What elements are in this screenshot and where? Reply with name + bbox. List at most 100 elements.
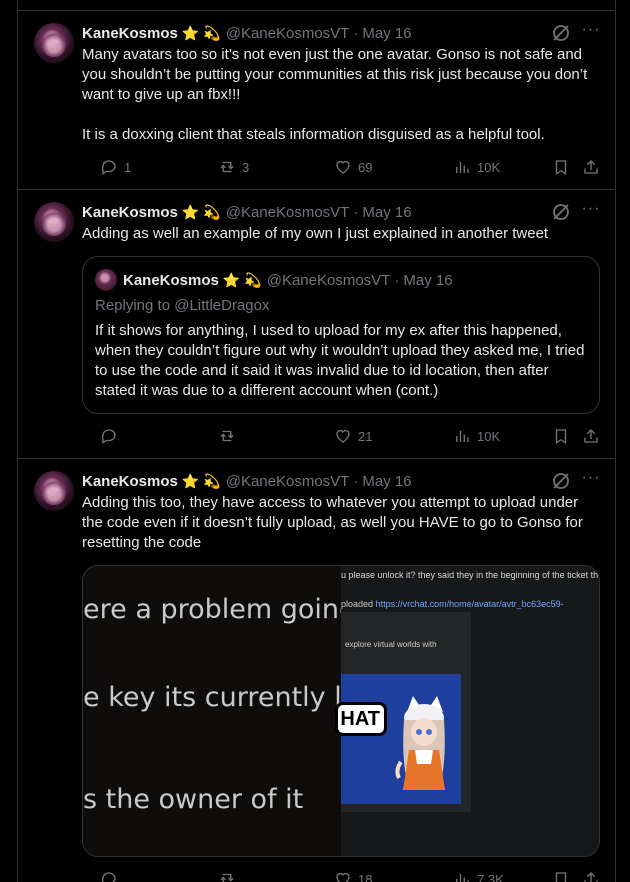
like-count: 69: [358, 159, 373, 175]
display-name[interactable]: KaneKosmos: [82, 473, 178, 490]
grok-icon[interactable]: [551, 202, 571, 222]
tweet-header: KaneKosmos ⭐ 💫 @KaneKosmosVT · May 16: [82, 471, 412, 491]
image-vrchat-art: HAT: [335, 674, 461, 804]
reply-icon: [101, 160, 116, 176]
image-text-line: e key its currently lo: [83, 682, 359, 713]
tweet-actions: 1 3 69 10K: [82, 157, 602, 177]
tweet-image[interactable]: ere a problem going on? e key its curren…: [82, 565, 600, 857]
share-icon: [584, 872, 598, 882]
tweet[interactable]: KaneKosmos ⭐ 💫 @KaneKosmosVT · May 16 ··…: [18, 190, 615, 459]
tweet-actions: 21 10K: [82, 426, 602, 446]
avatar[interactable]: [34, 23, 74, 63]
views-icon: [456, 430, 469, 442]
heart-icon: [336, 160, 350, 174]
quoted-display-name: KaneKosmos: [123, 271, 219, 289]
separator-dot: ·: [353, 203, 359, 221]
like-count: 21: [358, 428, 373, 444]
reply-icon: [101, 872, 116, 882]
image-chat-text: u please unlock it? they said they in th…: [341, 570, 600, 580]
display-name[interactable]: KaneKosmos: [82, 25, 178, 42]
separator-dot: ·: [353, 472, 359, 490]
tweet-date[interactable]: May 16: [362, 473, 411, 490]
separator-dot: ·: [394, 271, 400, 289]
user-handle[interactable]: @KaneKosmosVT: [226, 25, 350, 42]
image-embed-card: explore virtual worlds with HAT: [335, 612, 471, 812]
grok-icon[interactable]: [551, 23, 571, 43]
share-button[interactable]: [582, 157, 600, 177]
image-uploaded-label: ploaded: [341, 599, 374, 609]
quoted-tweet-header: KaneKosmos ⭐ 💫 @KaneKosmosVT · May 16: [123, 270, 453, 290]
tweet-date[interactable]: May 16: [362, 25, 411, 42]
bookmark-button[interactable]: [552, 157, 570, 177]
tweet-header: KaneKosmos ⭐ 💫 @KaneKosmosVT · May 16: [82, 202, 412, 222]
reply-count: 1: [124, 159, 132, 175]
image-text-line: s the owner of it: [83, 784, 304, 815]
reply-icon: [101, 429, 116, 445]
dizzy-icon: 💫: [203, 473, 221, 489]
dizzy-icon: 💫: [203, 204, 221, 220]
repost-count: 3: [242, 159, 250, 175]
views-button[interactable]: 7.3K: [453, 869, 504, 882]
quoted-avatar: [95, 269, 117, 291]
views-button[interactable]: 10K: [453, 426, 500, 446]
like-button[interactable]: 18: [334, 869, 372, 882]
quoted-user-handle: @KaneKosmosVT: [266, 271, 391, 289]
tweet-date[interactable]: May 16: [362, 204, 411, 221]
views-button[interactable]: 10K: [453, 157, 500, 177]
star-icon: ⭐: [181, 25, 200, 41]
tweet[interactable]: KaneKosmos ⭐ 💫 @KaneKosmosVT · May 16 ··…: [18, 10, 615, 190]
like-button[interactable]: 69: [334, 157, 372, 177]
star-icon: ⭐: [181, 473, 200, 489]
user-handle[interactable]: @KaneKosmosVT: [226, 473, 350, 490]
tweet[interactable]: KaneKosmos ⭐ 💫 @KaneKosmosVT · May 16 ··…: [18, 459, 615, 882]
view-count: 10K: [477, 159, 501, 175]
quoted-tweet[interactable]: KaneKosmos ⭐ 💫 @KaneKosmosVT · May 16 Re…: [82, 256, 600, 414]
bookmark-button[interactable]: [552, 426, 570, 446]
more-options-icon[interactable]: ···: [581, 22, 601, 43]
heart-icon: [336, 429, 350, 443]
tweet-actions: 18 7.3K: [82, 869, 602, 882]
repost-icon: [220, 430, 234, 442]
share-icon: [584, 429, 598, 443]
views-icon: [456, 161, 469, 173]
tweet-text: Many avatars too so it’s not even just t…: [82, 46, 588, 143]
view-count: 7.3K: [477, 871, 504, 882]
share-icon: [584, 160, 598, 174]
share-button[interactable]: [582, 426, 600, 446]
avatar[interactable]: [34, 202, 74, 242]
bookmark-icon: [555, 429, 567, 445]
separator-dot: ·: [353, 24, 359, 42]
grok-icon[interactable]: [551, 471, 571, 491]
dizzy-icon: 💫: [244, 272, 262, 288]
user-handle[interactable]: @KaneKosmosVT: [226, 204, 350, 221]
like-button[interactable]: 21: [334, 426, 372, 446]
replying-to: Replying to @LittleDragox: [95, 297, 270, 314]
screenshot-left-panel: ere a problem going on? e key its curren…: [83, 566, 413, 856]
reply-button[interactable]: [100, 426, 124, 446]
tweet-header: KaneKosmos ⭐ 💫 @KaneKosmosVT · May 16: [82, 23, 412, 43]
anime-character-illustration: [395, 696, 445, 790]
repost-icon: [220, 873, 234, 882]
display-name[interactable]: KaneKosmos: [82, 204, 178, 221]
reply-button[interactable]: [100, 869, 124, 882]
bookmark-icon: [555, 160, 567, 176]
more-options-icon[interactable]: ···: [581, 201, 601, 222]
screenshot-right-panel: u please unlock it? they said they in th…: [335, 566, 600, 856]
more-options-icon[interactable]: ···: [581, 470, 601, 491]
timeline: KaneKosmos ⭐ 💫 @KaneKosmosVT · May 16 ··…: [17, 0, 616, 882]
repost-button[interactable]: [218, 426, 242, 446]
bookmark-button[interactable]: [552, 869, 570, 882]
avatar[interactable]: [34, 471, 74, 511]
repost-button[interactable]: 3: [218, 157, 249, 177]
repost-icon: [220, 161, 234, 173]
repost-button[interactable]: [218, 869, 242, 882]
reply-button[interactable]: 1: [100, 157, 131, 177]
quoted-tweet-text: If it shows for anything, I used to uplo…: [95, 322, 589, 399]
dizzy-icon: 💫: [203, 25, 221, 41]
tweet-text: Adding as well an example of my own I ju…: [82, 225, 549, 242]
heart-icon: [336, 872, 350, 882]
star-icon: ⭐: [181, 204, 200, 220]
image-upload-link: https://vrchat.com/home/avatar/avtr_bc63…: [375, 599, 564, 609]
share-button[interactable]: [582, 869, 600, 882]
bookmark-icon: [555, 872, 567, 882]
